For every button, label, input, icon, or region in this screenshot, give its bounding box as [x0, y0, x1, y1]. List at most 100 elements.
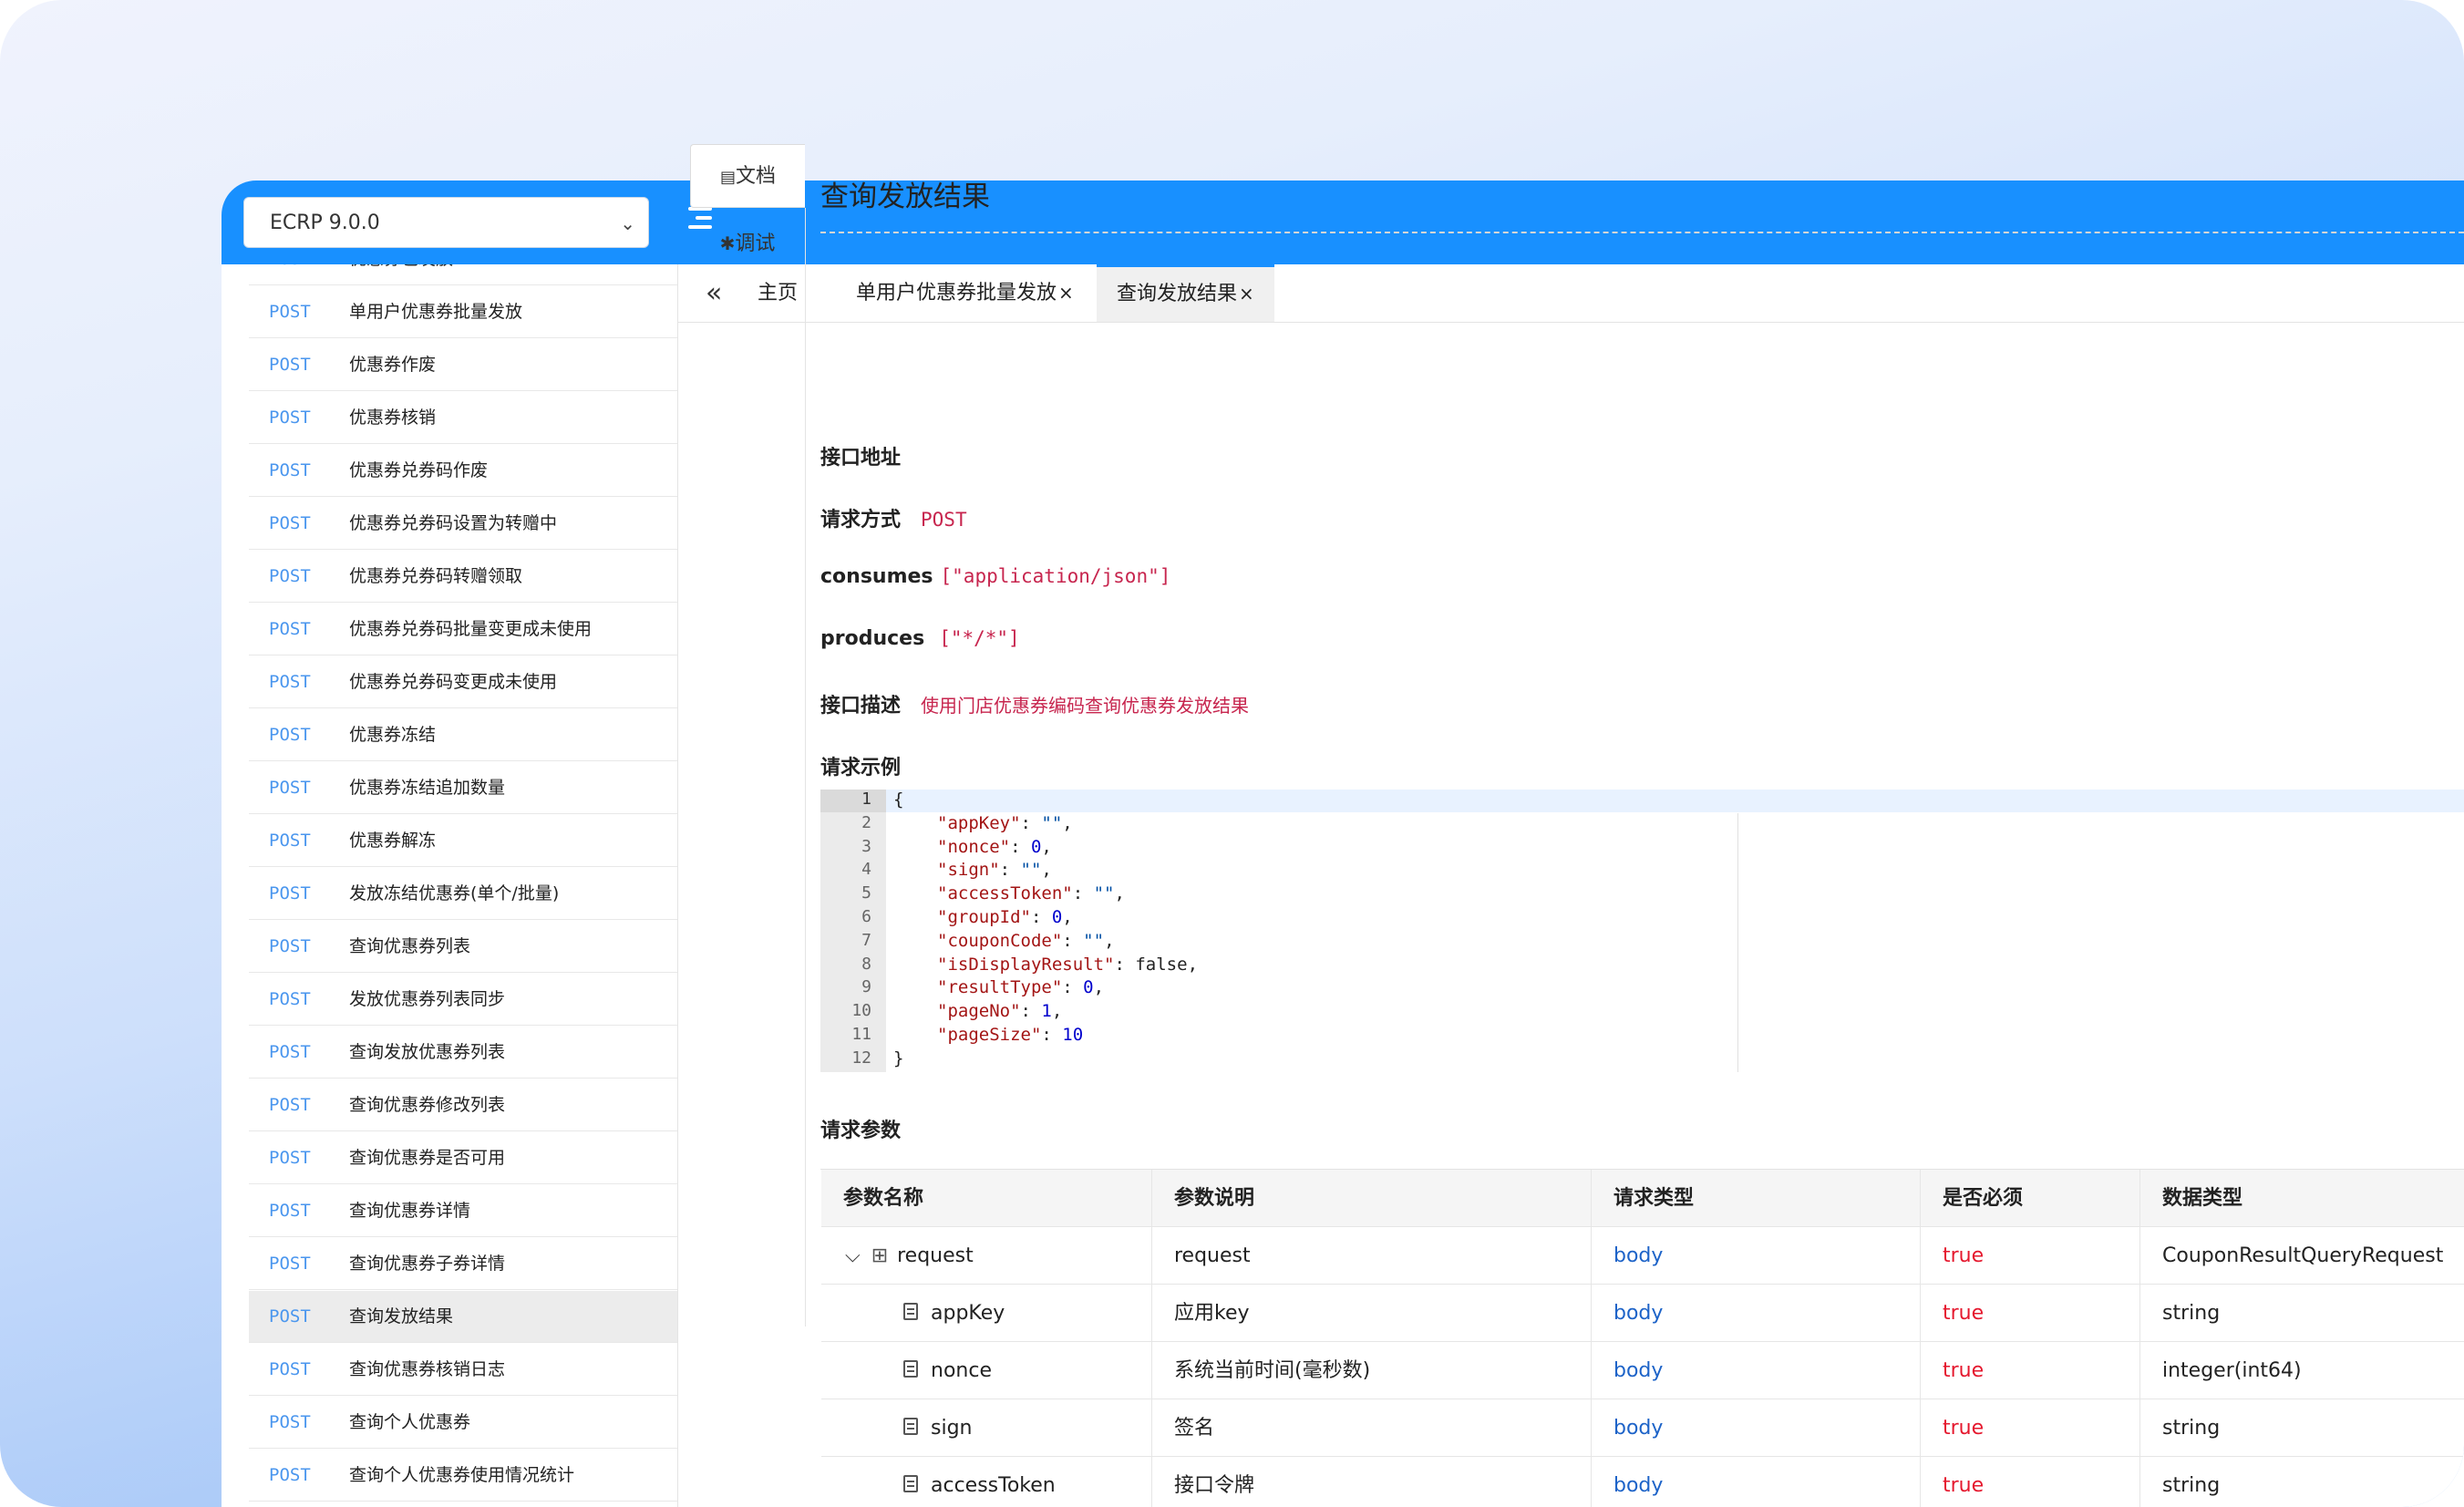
param-in-cell-value: body [1613, 1359, 1664, 1382]
sidebar-item-label: 查询优惠券子券详情 [349, 1254, 506, 1274]
line-number: 6 [861, 907, 871, 926]
param-desc-cell-value: 系统当前时间(毫秒数) [1174, 1359, 1371, 1382]
request-example-editor[interactable]: 1 2 3 4 5 6 7 8 9 10 11 12 {"appKey": "", "nonce": 0… [820, 790, 2464, 1072]
sidebar-item[interactable]: POST 优惠券兑券码设置为转赠中 [249, 498, 677, 550]
sidebar-item-label: 优惠券核销 [349, 408, 437, 428]
chevron-down-icon[interactable]: ⌵ [845, 1244, 861, 1267]
http-method-label: POST [269, 1095, 311, 1115]
http-method-label: POST [269, 1042, 311, 1062]
table-row[interactable]: ⌵ ⊞ request request body true CouponResultQuer… [821, 1227, 2464, 1285]
sidebar-item[interactable]: POST 发放冻结优惠券(单个/批量) [249, 868, 677, 920]
param-name: sign [931, 1417, 973, 1440]
sidebar-item[interactable]: POST 优惠券包发放 [249, 264, 677, 285]
sidebar-item[interactable]: POST 查询发放优惠券列表 [249, 1027, 677, 1079]
line-number: 2 [861, 812, 871, 832]
close-icon[interactable]: × [1239, 283, 1254, 304]
header-name: 参数名称 [821, 1170, 1152, 1227]
sidebar-item-label: 优惠券包发放 [349, 264, 453, 284]
json-comma: , [1104, 930, 1115, 951]
params-label: 请求参数 [820, 1120, 902, 1142]
sidebar-item[interactable]: POST 优惠券兑券码批量变更成未使用 [249, 604, 677, 655]
sidebar-item[interactable]: POST 查询优惠券核销日志 [249, 1344, 677, 1396]
http-method-label: POST [269, 778, 311, 798]
param-required-cell: true [1921, 1285, 2140, 1342]
json-colon: : [1030, 907, 1052, 927]
sidebar-item[interactable]: POST 单用户优惠券批量发放 [249, 286, 677, 338]
sidebar-item[interactable]: POST 优惠券兑券码作废 [249, 445, 677, 497]
sidebar-item[interactable]: POST 优惠券兑券码转赠领取 [249, 551, 677, 603]
code-line: { [893, 790, 904, 810]
param-required-cell-value: true [1943, 1474, 1985, 1497]
sidebar-item[interactable]: POST 查询优惠券列表 [249, 921, 677, 973]
sidebar-item[interactable]: POST 查询发放结果 [249, 1291, 677, 1343]
json-comma: , [1114, 883, 1125, 904]
param-name-cell: ⌵ ⊞ request [821, 1227, 1152, 1285]
example-row: 请求示例 [820, 751, 901, 780]
json-key: "groupId" [937, 907, 1031, 927]
json-value: "" [1083, 930, 1105, 951]
sidebar-item[interactable]: POST 优惠券冻结 [249, 709, 677, 761]
sidebar-item[interactable]: POST 查询优惠券详情 [249, 1185, 677, 1237]
close-icon[interactable]: × [1058, 282, 1074, 304]
tab-doc[interactable]: ▤文档 [690, 144, 805, 208]
http-method-label: POST [269, 989, 311, 1009]
double-chevron-left-icon[interactable]: « [706, 274, 722, 314]
sidebar-item[interactable]: POST 优惠券兑券码变更成未使用 [249, 656, 677, 708]
param-desc-cell: 接口令牌 [1152, 1457, 1592, 1507]
param-type-cell: integer(int64) [2140, 1342, 2464, 1399]
param-in-cell: body [1592, 1227, 1921, 1285]
json-value: 0 [1030, 836, 1042, 857]
object-icon: ⊞ [871, 1244, 889, 1267]
sidebar-item[interactable]: POST 查询优惠券子券详情 [249, 1238, 677, 1290]
json-comma: , [1051, 1001, 1063, 1022]
sidebar-item[interactable]: POST 优惠券作废 [249, 339, 677, 391]
api-sidebar: POST 优惠券包发放 POST 单用户优惠券批量发放 POST 优惠券作废 POST 优惠券… [222, 264, 677, 1507]
http-method-label: POST [269, 672, 311, 692]
param-name: nonce [931, 1359, 992, 1382]
param-type-cell: string [2140, 1399, 2464, 1457]
version-select[interactable]: ECRP 9.0.0 ⌄ [243, 197, 649, 248]
table-row: sign 签名 body true string [821, 1399, 2464, 1457]
tab-debug[interactable]: ✱调试 [690, 212, 805, 275]
json-colon: : [1114, 954, 1136, 975]
produces-value: ["*/*"] [939, 627, 1020, 649]
code-line: } [893, 1048, 904, 1068]
json-colon: : [1010, 836, 1031, 857]
header-required: 是否必须 [1921, 1170, 2140, 1227]
code-line: "sign": "", [937, 860, 1052, 880]
sidebar-item-label: 优惠券兑券码变更成未使用 [349, 672, 558, 692]
json-colon: : [1062, 977, 1084, 998]
sidebar-item[interactable]: POST 优惠券冻结追加数量 [249, 762, 677, 814]
param-required-cell-value: true [1943, 1302, 1985, 1325]
sidebar-item[interactable]: POST 优惠券核销 [249, 392, 677, 444]
sidebar-item-label: 单用户优惠券批量发放 [349, 302, 523, 322]
sidebar-item-label: 查询个人优惠券 [349, 1412, 471, 1432]
line-number: 12 [851, 1048, 871, 1068]
sidebar-item[interactable]: POST 查询优惠券是否可用 [249, 1132, 677, 1184]
field-icon [903, 1474, 918, 1492]
line-number: 3 [861, 836, 871, 856]
chevron-down-icon: ⌄ [620, 212, 635, 234]
line-number: 4 [861, 860, 871, 880]
print-margin [1737, 813, 1738, 1072]
active-gutter-cell [820, 790, 886, 812]
sidebar-item[interactable]: POST 查询优惠券修改列表 [249, 1079, 677, 1131]
json-comma: , [1187, 954, 1199, 975]
code-line: "pageSize": 10 [937, 1025, 1083, 1045]
sidebar-item[interactable]: POST 优惠券解冻 [249, 815, 677, 867]
json-key: "sign" [937, 860, 1000, 881]
param-required-cell: true [1921, 1227, 2140, 1285]
description-value: 使用门店优惠券编码查询优惠券发放结果 [921, 695, 1250, 717]
param-type-cell: string [2140, 1285, 2464, 1342]
tab-query-result[interactable]: 查询发放结果 × [1097, 264, 1274, 322]
tab-batch-issue[interactable]: 单用户优惠券批量发放 × [856, 264, 1074, 322]
json-value: "" [1041, 812, 1063, 833]
line-number: 1 [861, 790, 871, 809]
json-key: "nonce" [937, 836, 1011, 857]
produces-row: produces ["*/*"] [820, 627, 1020, 650]
sidebar-item[interactable]: POST 查询个人优惠券 [249, 1397, 677, 1449]
sidebar-item[interactable]: POST 查询个人优惠券使用情况统计 [249, 1450, 677, 1502]
sidebar-item[interactable]: POST 发放优惠券列表同步 [249, 974, 677, 1026]
sidebar-item-label: 优惠券兑券码批量变更成未使用 [349, 619, 593, 639]
table-row: nonce 系统当前时间(毫秒数) body true integer(int64) [821, 1342, 2464, 1399]
